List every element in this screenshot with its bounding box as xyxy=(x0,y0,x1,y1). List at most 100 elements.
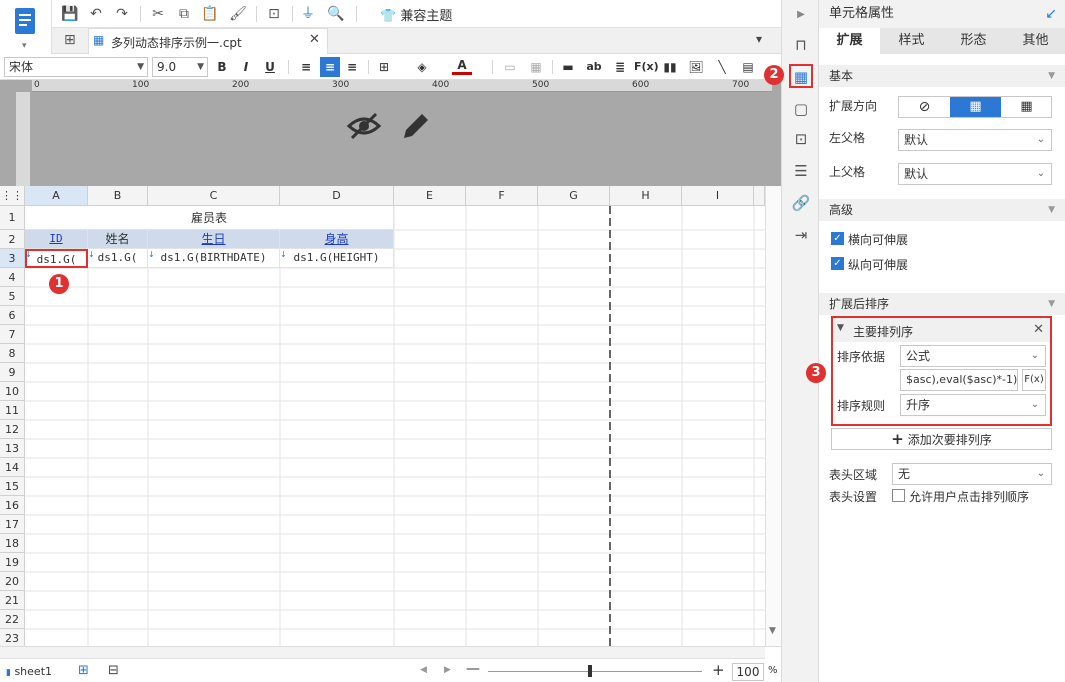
cell-attribute-icon[interactable]: ▦ xyxy=(789,64,813,88)
header-cell-name[interactable]: 姓名 xyxy=(88,230,148,249)
header-cell-id[interactable]: ID xyxy=(25,230,88,249)
no-expand-icon[interactable]: ⊘ xyxy=(899,97,950,117)
horizontal-scrollbar[interactable] xyxy=(0,647,765,659)
format-brush-icon[interactable]: 🖌 xyxy=(228,4,248,24)
column-header[interactable]: A xyxy=(25,186,88,206)
subreport-icon[interactable]: ▤ xyxy=(738,57,758,77)
data-cell-name[interactable]: ds1.G( xyxy=(88,249,148,268)
section-sort[interactable]: 扩展后排序 ▼ xyxy=(819,293,1065,315)
align-left-icon[interactable]: ≡ xyxy=(296,57,316,77)
tab-form[interactable]: 形态 xyxy=(943,28,1004,54)
cell-element-icon[interactable]: ⊓ xyxy=(790,34,812,56)
left-parent-select[interactable]: 默认 ⌄ xyxy=(898,129,1052,151)
row-header[interactable]: 3 xyxy=(0,249,25,268)
row-header[interactable]: 13 xyxy=(0,439,25,458)
spreadsheet-grid[interactable]: ⋮⋮ A B C D E F G H I 1 2 3 4 5 6 7 8 9 1… xyxy=(0,186,765,646)
template-icon[interactable]: ⊡ xyxy=(264,4,284,24)
row-header[interactable]: 7 xyxy=(0,325,25,344)
app-logo[interactable]: ▾ xyxy=(0,0,52,54)
row-header[interactable]: 22 xyxy=(0,610,25,629)
formula-input[interactable]: $asc),eval($asc)*-1) xyxy=(900,369,1018,391)
row-header[interactable]: 15 xyxy=(0,477,25,496)
row-header[interactable]: 20 xyxy=(0,572,25,591)
title-cell[interactable]: 雇员表 xyxy=(25,206,394,230)
row-header[interactable]: 19 xyxy=(0,553,25,572)
sheet-tab[interactable]: ▮ sheet1 xyxy=(6,665,52,678)
column-header[interactable]: B xyxy=(88,186,148,206)
next-sheet-icon[interactable]: ▶ xyxy=(444,665,451,675)
redo-icon[interactable]: ↷ xyxy=(112,4,132,24)
h-expand-checkbox[interactable]: ✓ xyxy=(831,232,844,245)
collapse-arrow-icon[interactable]: ▶ xyxy=(790,4,812,26)
column-header[interactable]: H xyxy=(610,186,682,206)
data-cell-birth[interactable]: ds1.G(BIRTHDATE) xyxy=(148,249,280,268)
sort-basis-select[interactable]: 公式 ⌄ xyxy=(900,345,1046,367)
dock-arrow-icon[interactable]: ↙ xyxy=(1045,0,1057,28)
add-sheet-icon[interactable]: ⊞ xyxy=(78,663,89,678)
row-header[interactable]: 9 xyxy=(0,363,25,382)
unmerge-icon[interactable]: ▦ xyxy=(526,57,546,77)
undo-icon[interactable]: ↶ xyxy=(86,4,106,24)
condition-icon[interactable]: ⊡ xyxy=(790,128,812,150)
slash-icon[interactable]: ╲ xyxy=(712,57,732,77)
plugin-icon[interactable]: ⏚ xyxy=(298,4,318,24)
zoom-input[interactable]: 100 xyxy=(732,663,764,681)
zoom-slider[interactable] xyxy=(488,671,702,672)
allow-click-checkbox[interactable] xyxy=(892,489,905,502)
tab-expand[interactable]: 扩展 xyxy=(819,28,880,54)
section-advanced[interactable]: 高级 ▼ xyxy=(819,199,1065,221)
font-select[interactable]: 宋体 ▼ xyxy=(4,57,148,77)
underline-icon[interactable]: U xyxy=(260,57,280,77)
border-icon[interactable]: ⊞ xyxy=(374,57,394,77)
paragraph-icon[interactable]: ≣ xyxy=(610,57,630,77)
row-header[interactable]: 10 xyxy=(0,382,25,401)
save-icon[interactable]: 💾 xyxy=(60,4,80,24)
theme-button[interactable]: 👕 兼容主题 xyxy=(380,5,452,24)
align-right-icon[interactable]: ≡ xyxy=(342,57,362,77)
column-header[interactable]: C xyxy=(148,186,280,206)
cut-icon[interactable]: ✂ xyxy=(148,4,168,24)
grid-icon[interactable]: ⊞ xyxy=(64,32,76,48)
preview-icon[interactable]: 🔍 xyxy=(326,4,346,24)
bold-icon[interactable]: B xyxy=(212,57,232,77)
header-cell-birth[interactable]: 生日 xyxy=(148,230,280,249)
column-header[interactable]: F xyxy=(466,186,538,206)
row-header[interactable]: 1 xyxy=(0,206,25,230)
copy-icon[interactable]: ⧉ xyxy=(174,4,194,24)
column-header[interactable]: D xyxy=(280,186,394,206)
header-area-select[interactable]: 无 ⌄ xyxy=(892,463,1052,485)
rich-text-icon[interactable]: ab xyxy=(584,57,604,77)
row-header[interactable]: 21 xyxy=(0,591,25,610)
document-tab[interactable]: ▦ 多列动态排序示例一.cpt ✕ xyxy=(88,28,328,54)
font-color-icon[interactable]: A xyxy=(452,57,472,75)
formula-icon[interactable]: F(x) xyxy=(634,57,659,77)
widget-icon[interactable]: ▢ xyxy=(790,98,812,120)
close-icon[interactable]: ✕ xyxy=(1033,322,1044,337)
row-header[interactable]: 4 xyxy=(0,268,25,287)
zoom-in-icon[interactable]: + xyxy=(712,661,725,679)
row-header[interactable]: 2 xyxy=(0,230,25,249)
hyperlink-icon[interactable]: 🔗 xyxy=(790,192,812,214)
row-header[interactable]: 17 xyxy=(0,515,25,534)
main-sort-header[interactable]: ▼ 主要排列序 ✕ xyxy=(833,318,1050,342)
sort-rule-select[interactable]: 升序 ⌄ xyxy=(900,394,1046,416)
v-expand-checkbox[interactable]: ✓ xyxy=(831,257,844,270)
header-cell-height[interactable]: 身高 xyxy=(280,230,394,249)
text-cell-icon[interactable]: ▬ xyxy=(558,57,578,77)
fill-color-icon[interactable]: ◈ xyxy=(412,57,432,77)
scroll-down-icon[interactable]: ▼ xyxy=(769,626,776,636)
row-header[interactable]: 18 xyxy=(0,534,25,553)
row-header[interactable]: 6 xyxy=(0,306,25,325)
column-header[interactable]: E xyxy=(394,186,466,206)
row-header[interactable]: 16 xyxy=(0,496,25,515)
edit-pencil-icon[interactable] xyxy=(398,110,432,147)
add-secondary-sort-button[interactable]: + 添加次要排列序 xyxy=(831,428,1052,450)
vertical-expand-icon[interactable]: ▦ xyxy=(950,97,1001,117)
zoom-out-icon[interactable]: — xyxy=(466,661,480,677)
close-icon[interactable]: ✕ xyxy=(309,32,320,47)
image-icon[interactable]: 🖼 xyxy=(686,57,706,77)
corner-cell[interactable]: ⋮⋮ xyxy=(0,186,25,206)
tab-menu-icon[interactable]: ▾ xyxy=(756,32,762,46)
tab-other[interactable]: 其他 xyxy=(1005,28,1065,54)
row-header[interactable]: 8 xyxy=(0,344,25,363)
